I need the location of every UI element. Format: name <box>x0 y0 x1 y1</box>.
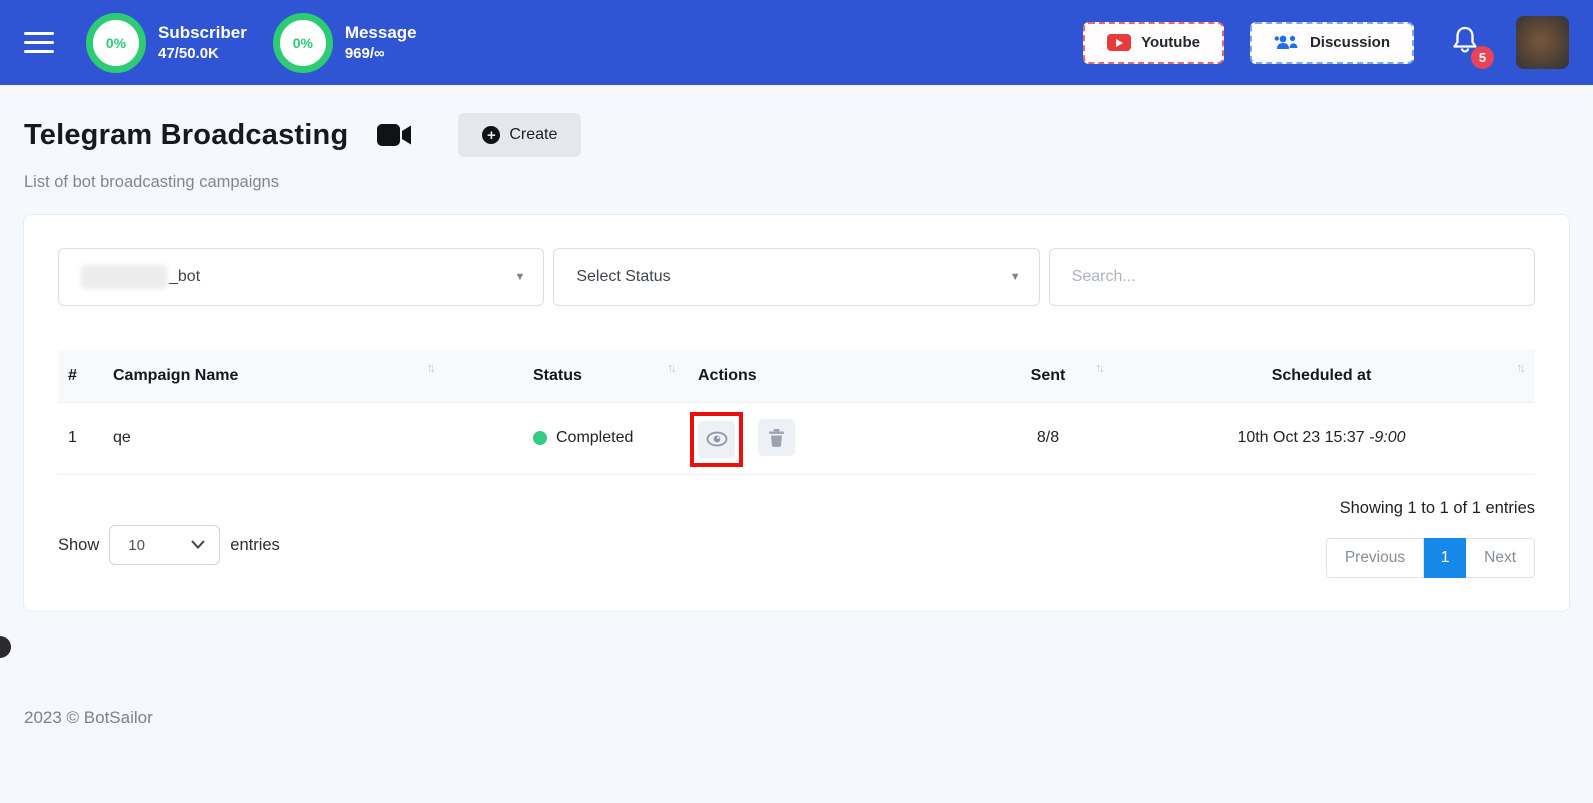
sent-cell: 8/8 <box>988 402 1108 475</box>
header-actions: Actions <box>688 350 988 403</box>
floating-widget-handle[interactable] <box>0 636 11 658</box>
table-header-row: # Campaign Name ↑↓ Status ↑↓ Actions Sen… <box>58 350 1535 403</box>
show-label: Show <box>58 535 100 554</box>
youtube-button-label: Youtube <box>1141 34 1200 51</box>
eye-icon <box>706 431 727 447</box>
campaigns-table: # Campaign Name ↑↓ Status ↑↓ Actions Sen… <box>58 350 1535 475</box>
row-index: 1 <box>58 402 103 475</box>
message-usage-widget: 0% Message 969/∞ <box>272 12 417 73</box>
create-button-label: Create <box>509 126 558 143</box>
table-row: 1 qe Completed 8/8 10th Oct 23 15:37 -9:… <box>58 402 1535 475</box>
status-select-value: Select Status <box>576 268 671 285</box>
next-page-button[interactable]: Next <box>1466 537 1535 578</box>
table-footer: Show 10 entries Showing 1 to 1 of 1 entr… <box>58 499 1535 578</box>
page-title: Telegram Broadcasting <box>24 118 349 151</box>
actions-cell <box>688 402 988 475</box>
status-label: Completed <box>556 429 634 447</box>
subscriber-usage-widget: 0% Subscriber 47/50.0K <box>86 12 247 73</box>
discussion-button[interactable]: Discussion <box>1249 21 1414 64</box>
filters-row: _bot ▼ Select Status ▼ <box>58 248 1535 306</box>
chevron-down-icon: ▼ <box>514 271 526 283</box>
header-scheduled-at[interactable]: Scheduled at ↑↓ <box>1108 350 1535 403</box>
page-size-select[interactable]: 10 <box>109 525 221 565</box>
red-highlight-annotation <box>690 411 743 467</box>
sort-icon[interactable]: ↑↓ <box>426 360 436 375</box>
sort-icon[interactable]: ↑↓ <box>1095 360 1105 375</box>
trash-icon <box>769 429 785 447</box>
status-badge: Completed <box>513 429 678 447</box>
header-campaign-name[interactable]: Campaign Name ↑↓ <box>103 350 503 403</box>
chevron-down-icon: ▼ <box>1009 271 1021 283</box>
message-progress-ring: 0% <box>272 12 333 73</box>
campaigns-card: _bot ▼ Select Status ▼ # Campaign N <box>23 214 1570 612</box>
notifications-button[interactable]: 5 <box>1450 24 1494 69</box>
header-index: # <box>58 350 103 403</box>
copyright-footer: 2023 © BotSailor <box>24 708 153 727</box>
previous-page-button[interactable]: Previous <box>1325 537 1425 578</box>
plus-circle-icon: + <box>482 126 501 144</box>
discussion-button-label: Discussion <box>1309 34 1390 51</box>
subscriber-value: 47/50.0K <box>158 45 219 62</box>
message-label: Message <box>344 23 417 42</box>
header-sent[interactable]: Sent ↑↓ <box>988 350 1108 403</box>
video-tutorial-icon[interactable] <box>376 122 414 148</box>
campaign-name-cell: qe <box>103 402 503 475</box>
page-size-control: Show 10 entries <box>58 499 280 578</box>
subscriber-progress-ring: 0% <box>86 12 146 73</box>
notification-count-badge: 5 <box>1471 46 1494 69</box>
bot-select-value: _bot <box>169 268 201 285</box>
users-icon <box>1274 35 1298 49</box>
entries-label: entries <box>230 535 280 554</box>
pagination: Previous 1 Next <box>1325 537 1535 578</box>
youtube-icon <box>1107 34 1132 51</box>
timezone-offset: -9:00 <box>1369 429 1406 447</box>
subscriber-percent: 0% <box>105 34 127 51</box>
message-value: 969/∞ <box>344 45 385 62</box>
menu-icon[interactable] <box>24 32 54 53</box>
page-1-button[interactable]: 1 <box>1424 537 1467 578</box>
chevron-down-icon <box>191 540 206 549</box>
header-status[interactable]: Status ↑↓ <box>503 350 688 403</box>
search-input[interactable] <box>1071 268 1512 286</box>
create-button[interactable]: + Create <box>458 113 582 157</box>
scheduled-at-cell: 10th Oct 23 15:37 -9:00 <box>1108 402 1535 475</box>
user-avatar[interactable] <box>1516 16 1569 69</box>
sort-icon[interactable]: ↑↓ <box>667 360 677 375</box>
entries-summary: Showing 1 to 1 of 1 entries <box>1339 498 1535 517</box>
status-dot-icon <box>533 431 547 446</box>
page-subtitle: List of bot broadcasting campaigns <box>24 173 279 191</box>
sort-icon[interactable]: ↑↓ <box>1516 360 1526 375</box>
telegram-broadcasting-page: 0% Subscriber 47/50.0K 0% Message 969/∞ … <box>0 0 1593 803</box>
subscriber-label: Subscriber <box>158 23 247 42</box>
bot-select[interactable]: _bot ▼ <box>58 248 545 306</box>
youtube-button[interactable]: Youtube <box>1083 21 1224 64</box>
status-select[interactable]: Select Status ▼ <box>553 248 1040 306</box>
page-header: Telegram Broadcasting + Create List of b… <box>0 85 1593 192</box>
delete-button[interactable] <box>758 419 796 456</box>
redacted-bot-name <box>81 265 167 289</box>
message-percent: 0% <box>292 34 313 51</box>
top-navbar: 0% Subscriber 47/50.0K 0% Message 969/∞ … <box>0 0 1593 85</box>
search-field <box>1048 248 1535 306</box>
view-button[interactable] <box>698 420 735 458</box>
